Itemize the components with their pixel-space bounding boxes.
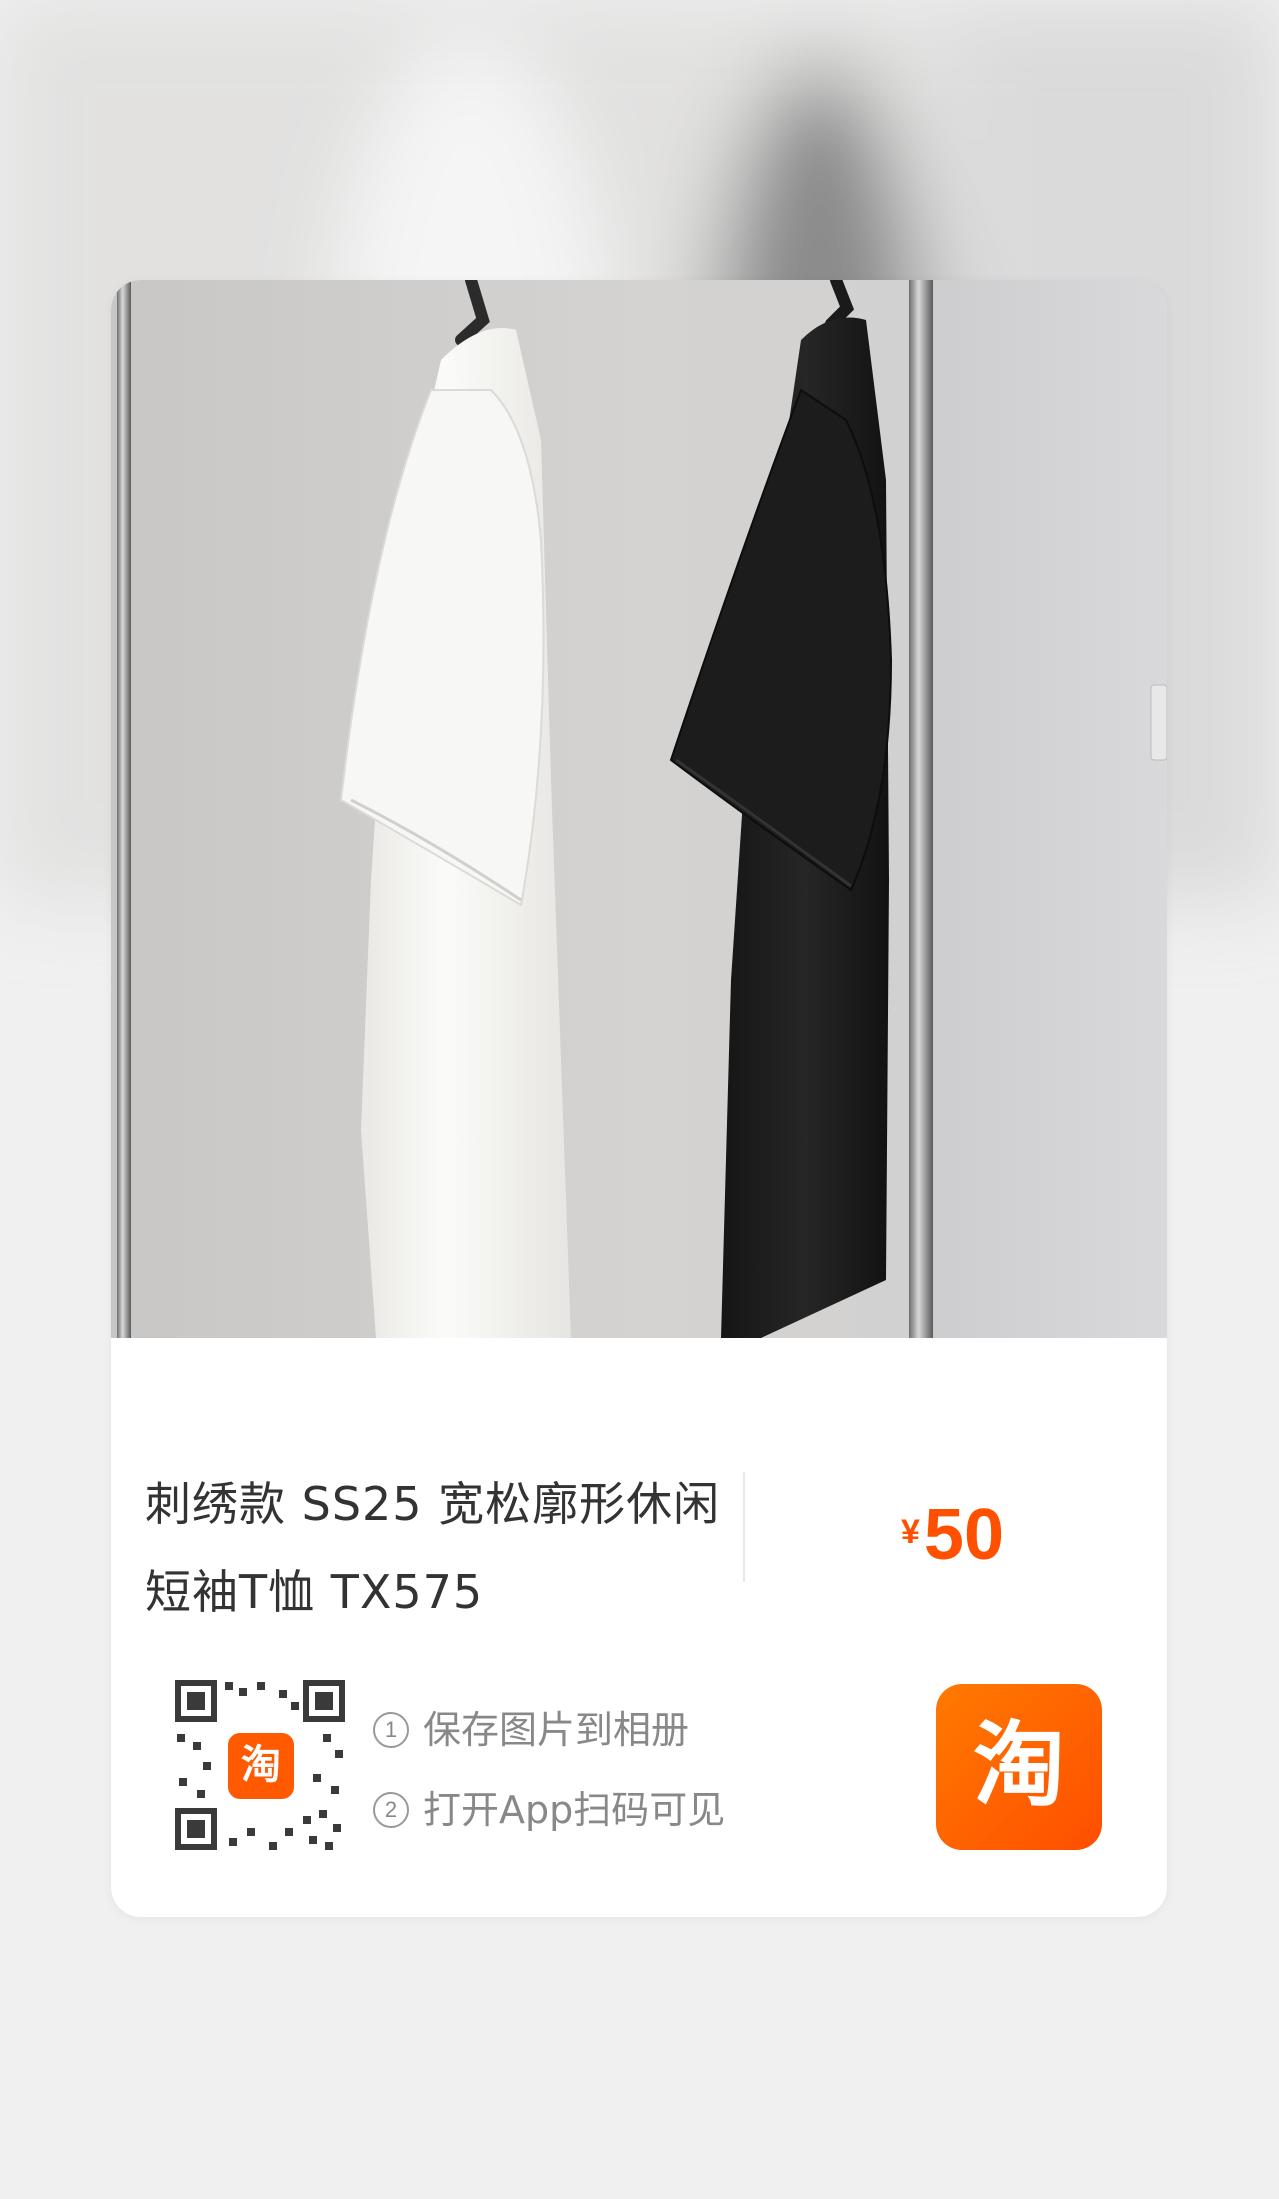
product-share-card: 刺绣款 SS25 宽松廓形休闲 短袖T恤 TX575 ¥50 淘 1 保存图片到… — [111, 280, 1167, 1917]
qr-logo-char: 淘 — [241, 1742, 281, 1788]
step-two-text: 打开App扫码可见 — [423, 1788, 726, 1832]
product-title[interactable]: 刺绣款 SS25 宽松廓形休闲 短袖T恤 TX575 — [145, 1460, 745, 1636]
app-logo-char: 淘 — [973, 1712, 1065, 1819]
product-title-line-1: 刺绣款 SS25 宽松廓形休闲 — [145, 1477, 721, 1531]
product-title-line-2: 短袖T恤 TX575 — [145, 1565, 484, 1619]
title-price-divider — [743, 1472, 745, 1582]
product-photo[interactable] — [111, 280, 1167, 1338]
step-two: 2 打开App扫码可见 — [373, 1770, 725, 1850]
price-currency-symbol: ¥ — [901, 1513, 920, 1551]
qr-code-icon[interactable]: 淘 — [173, 1678, 349, 1854]
share-instructions: 1 保存图片到相册 2 打开App扫码可见 — [373, 1690, 725, 1850]
taobao-app-icon[interactable]: 淘 — [936, 1684, 1102, 1850]
product-price: ¥50 — [901, 1494, 1004, 1576]
step-one-icon: 1 — [373, 1712, 409, 1748]
step-two-icon: 2 — [373, 1792, 409, 1828]
price-value: 50 — [923, 1495, 1005, 1575]
step-one: 1 保存图片到相册 — [373, 1690, 725, 1770]
step-one-text: 保存图片到相册 — [423, 1708, 690, 1752]
